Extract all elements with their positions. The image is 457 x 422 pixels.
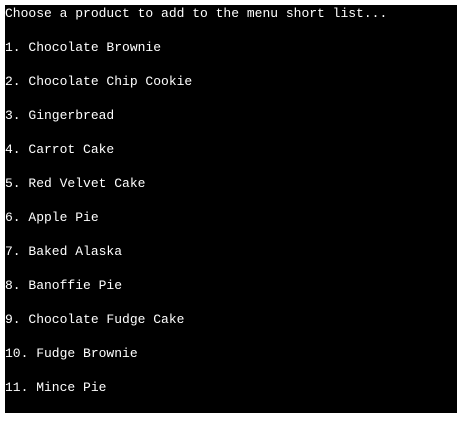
menu-item-4: 4. Carrot Cake — [5, 142, 115, 157]
menu-item-1: 1. Chocolate Brownie — [5, 40, 162, 55]
menu-prompt: Choose a product to add to the menu shor… — [5, 6, 388, 21]
menu-item-10: 10. Fudge Brownie — [5, 346, 138, 361]
menu-item-3: 3. Gingerbread — [5, 108, 115, 123]
menu-item-2: 2. Chocolate Chip Cookie — [5, 74, 193, 89]
menu-item-11: 11. Mince Pie — [5, 380, 107, 395]
console-window[interactable]: Choose a product to add to the menu shor… — [5, 5, 457, 413]
menu-item-5: 5. Red Velvet Cake — [5, 176, 146, 191]
menu-item-7: 7. Baked Alaska — [5, 244, 123, 259]
menu-item-9: 9. Chocolate Fudge Cake — [5, 312, 185, 327]
menu-item-6: 6. Apple Pie — [5, 210, 99, 225]
menu-item-8: 8. Banoffie Pie — [5, 278, 123, 293]
